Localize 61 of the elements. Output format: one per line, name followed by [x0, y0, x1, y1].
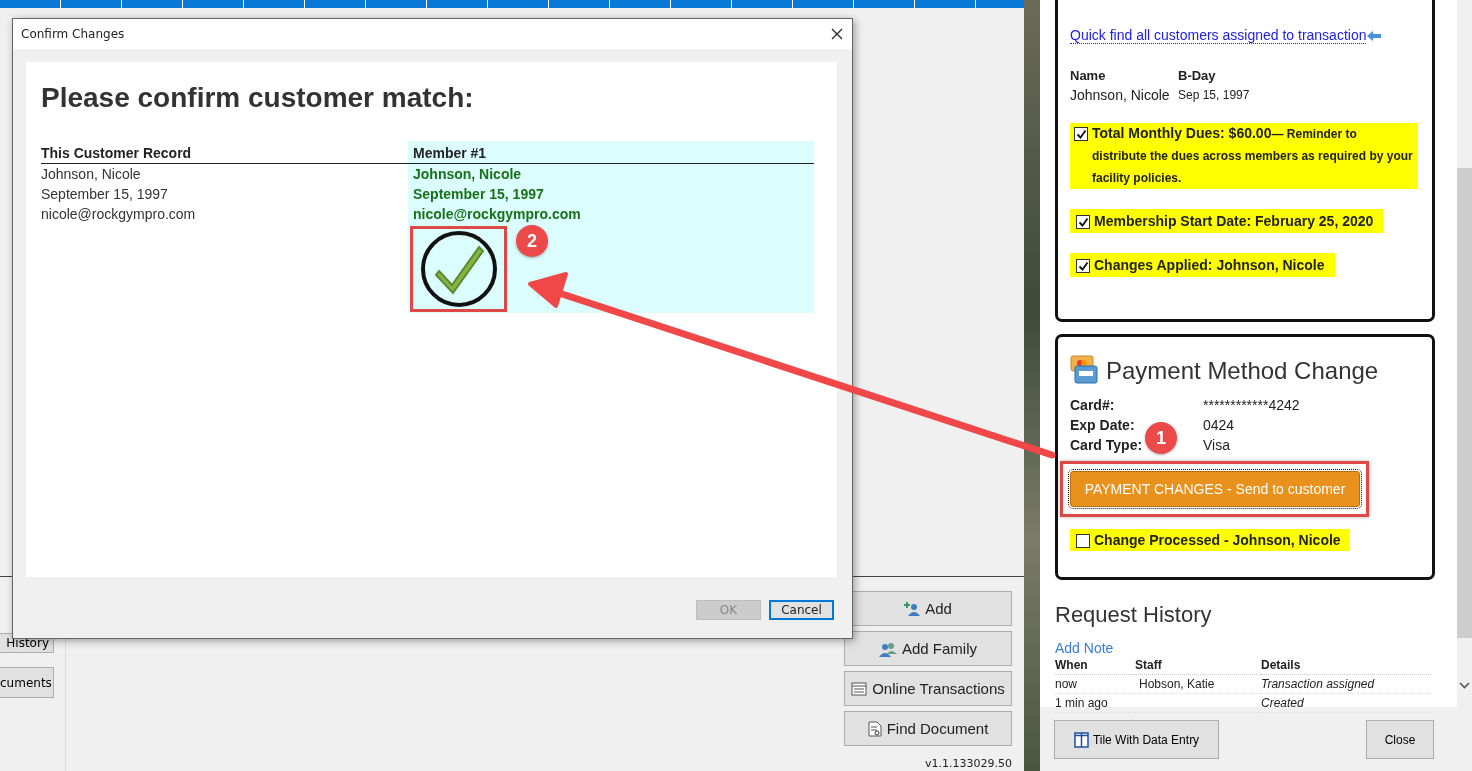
dialog-button[interactable]: Cancel — [769, 600, 834, 620]
table-cell: 1 min ago — [1055, 694, 1135, 713]
table-cell: Created — [1261, 694, 1431, 713]
scrollbar[interactable] — [1457, 0, 1472, 707]
column-header: Staff — [1135, 656, 1261, 675]
field-label: Card Type: — [1070, 437, 1143, 453]
window-icon — [851, 681, 868, 696]
record-value: September 15, 1997 — [41, 185, 169, 204]
checklist-label: Total Monthly Dues: $60.00— Reminder to distribute the dues across members as required by your facility policies. — [1092, 124, 1414, 187]
action-button[interactable]: Add Family — [844, 631, 1012, 666]
step-marker: 2 — [516, 225, 548, 257]
checkbox[interactable] — [1076, 534, 1090, 548]
field-value: Visa — [1203, 437, 1230, 453]
window-title: Confirm Changes — [21, 27, 125, 41]
action-button[interactable]: Find Document — [844, 711, 1012, 746]
record-value: September 15, 1997 — [412, 185, 545, 204]
scrollbar-thumb[interactable] — [1457, 168, 1472, 638]
add-person-icon — [904, 600, 921, 617]
chevron-down-icon[interactable] — [1459, 682, 1470, 689]
columns-icon — [1073, 731, 1089, 748]
record-value: Johnson, Nicole — [412, 165, 523, 184]
field-value: 0424 — [1203, 417, 1235, 433]
column-header: When — [1055, 656, 1135, 675]
checkbox[interactable] — [1076, 259, 1090, 273]
close-icon[interactable] — [831, 28, 843, 40]
side-button[interactable]: cuments — [0, 667, 54, 698]
checkbox[interactable] — [1076, 215, 1090, 229]
add-note-link[interactable]: Add Note — [1055, 640, 1435, 656]
field-label: Card#: — [1070, 397, 1115, 413]
version-label: v1.1.133029.50 — [925, 757, 1012, 770]
footer-button[interactable]: Tile With Data Entry — [1054, 720, 1219, 759]
table-cell: Hobson, Katie — [1139, 677, 1215, 691]
column-header: Member #1 — [408, 141, 814, 164]
quick-find-link[interactable]: Quick find all customers assigned to transaction — [1070, 27, 1367, 44]
table-cell-text: Sep 15, 1997 — [1178, 88, 1251, 102]
checklist-label: Changes Applied: Johnson, Nicole — [1094, 257, 1325, 273]
record-value: nicole@rockgympro.com — [41, 205, 197, 224]
column-header: This Customer Record — [41, 141, 408, 164]
record-value: nicole@rockgympro.com — [412, 205, 582, 224]
arrow-left-icon — [1367, 30, 1382, 41]
credit-cards-icon — [1070, 355, 1098, 385]
checklist-label: Membership Start Date: February 25, 2020 — [1094, 213, 1374, 229]
record-value: Johnson, Nicole — [41, 165, 142, 184]
document-search-icon — [867, 720, 882, 737]
checklist-label: Change Processed - Johnson, Nicole — [1094, 532, 1341, 548]
card-title: Payment Method Change — [1106, 357, 1379, 385]
section-title: Request History — [1055, 602, 1213, 628]
field-label: Exp Date: — [1070, 417, 1135, 433]
step-marker: 1 — [1145, 422, 1177, 454]
column-header: B-Day — [1178, 68, 1217, 83]
column-header: Name — [1070, 68, 1107, 83]
dialog-heading: Please confirm customer match: — [41, 82, 475, 114]
table-cell-text: Johnson, Nicole — [1070, 87, 1171, 103]
action-button[interactable]: Online Transactions — [844, 671, 1012, 706]
table-cell: now — [1055, 675, 1135, 694]
field-value: ************4242 — [1203, 397, 1300, 413]
footer-button[interactable]: Close — [1366, 720, 1434, 759]
checkbox[interactable] — [1074, 127, 1088, 141]
people-icon — [879, 640, 897, 657]
column-header: Details — [1261, 656, 1431, 675]
table-cell: Transaction assigned — [1261, 675, 1431, 694]
